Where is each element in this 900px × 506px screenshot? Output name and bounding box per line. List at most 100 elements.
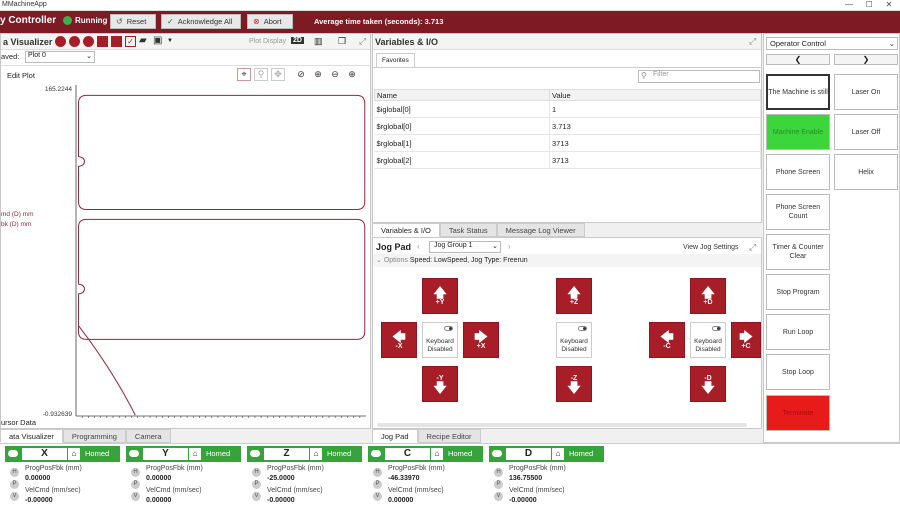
timer-counter-clear-button[interactable]: Timer & Counter Clear [766, 234, 830, 270]
stop-icon[interactable] [97, 36, 108, 47]
terminate-button[interactable]: Terminate [766, 395, 830, 431]
jog-plus-d-button[interactable]: 🡅 +D [690, 278, 726, 314]
axis-enable-toggle[interactable] [8, 450, 18, 457]
var-value[interactable]: 1 [549, 100, 761, 118]
edit-plot-button[interactable]: Edit Plot [7, 71, 35, 80]
record-start-icon[interactable] [55, 36, 66, 47]
tab-message-log-viewer[interactable]: Message Log Viewer [496, 223, 585, 237]
tab-jog-pad[interactable]: Jog Pad [372, 429, 418, 443]
var-value[interactable]: 3.713 [549, 117, 761, 135]
next-page-button[interactable]: ❯ [834, 54, 898, 65]
chevron-down-icon[interactable]: ▼ [167, 36, 178, 47]
home-icon[interactable]: ⌂ [189, 448, 201, 460]
axis-enable-toggle[interactable] [129, 450, 139, 457]
stop-loop-button[interactable]: Stop Loop [766, 354, 830, 390]
jog-plus-z-button[interactable]: 🡅 +Z [556, 278, 592, 314]
home-icon[interactable]: ⌂ [310, 448, 322, 460]
tab-camera[interactable]: Camera [125, 429, 171, 443]
abort-button[interactable]: ⊗ Abort [247, 14, 293, 29]
reset-button[interactable]: ↺ Reset [110, 14, 156, 29]
expand-icon[interactable]: ⤢ [749, 242, 756, 253]
keyboard-toggle-cd[interactable]: Keyboard Disabled [690, 322, 726, 358]
jog-minus-d-button[interactable]: -D 🡇 [690, 366, 726, 402]
copy-icon[interactable]: ❐ [338, 36, 346, 47]
tab-recipe-editor[interactable]: Recipe Editor [417, 429, 481, 443]
tab-programming[interactable]: Programming [62, 429, 126, 443]
tab-favorites[interactable]: Favorites [376, 53, 415, 67]
zoom-out-icon[interactable]: ⊖ [328, 68, 342, 81]
keyboard-toggle-xy[interactable]: Keyboard Disabled [422, 322, 458, 358]
phone-screen-button[interactable]: Phone Screen [766, 154, 830, 190]
tab-task-status[interactable]: Task Status [439, 223, 497, 237]
expand-icon[interactable]: ⤢ [359, 36, 366, 47]
machine-status-button[interactable]: The Machine is still [766, 74, 830, 110]
next-group-icon[interactable]: › [508, 242, 511, 251]
acknowledge-all-button[interactable]: ✓ Acknowledge All [161, 14, 241, 29]
laser-off-button[interactable]: Laser Off [834, 114, 898, 150]
jog-plus-c-button[interactable]: 🡆 +C [731, 322, 761, 358]
zoom-area-icon[interactable]: ⚲ [254, 68, 268, 81]
jog-minus-y-button[interactable]: -Y 🡇 [422, 366, 458, 402]
chart-type-icon[interactable]: ▥ [314, 36, 323, 47]
record-trigger-icon[interactable] [69, 36, 80, 47]
axis-enable-toggle[interactable] [250, 450, 260, 457]
operator-control-value: Operator Control [770, 39, 826, 48]
close-button[interactable]: ✕ [880, 0, 898, 9]
check-box-icon[interactable]: ✓ [125, 36, 136, 47]
table-row[interactable]: $rglobal[2] 3713 [374, 151, 761, 169]
upload-icon[interactable] [111, 36, 122, 47]
plot-select[interactable]: Plot 0 ⌄ [25, 51, 95, 63]
keyboard-toggle-z[interactable]: Keyboard Disabled [556, 322, 592, 358]
save-icon[interactable]: ▣ [153, 36, 164, 47]
var-value[interactable]: 3713 [549, 134, 761, 152]
table-row[interactable]: $iglobal[0] 1 [374, 100, 761, 118]
zoom-in-icon[interactable]: ⊕ [345, 68, 359, 81]
toggle-icon [712, 326, 721, 331]
operator-control-select[interactable]: Operator Control ⌄ [766, 37, 898, 50]
previous-page-button[interactable]: ❮ [766, 54, 830, 65]
jog-minus-z-button[interactable]: -Z 🡇 [556, 366, 592, 402]
operator-control-panel: Operator Control ⌄ ❮ ❯ The Machine is sti… [763, 33, 900, 443]
tab-data-visualizer[interactable]: ata Visualizer [0, 429, 63, 443]
hold-icon: H [494, 468, 503, 477]
filter-input[interactable]: ⚲ Filter [638, 70, 760, 83]
jog-plus-x-button[interactable]: 🡆 +X [463, 322, 499, 358]
machine-enable-button[interactable]: Machine Enable [766, 114, 830, 150]
minimize-button[interactable]: — [840, 0, 858, 9]
view-jog-settings-link[interactable]: View Jog Settings [683, 244, 739, 251]
helix-button[interactable]: Helix [834, 154, 898, 190]
home-icon[interactable]: ⌂ [68, 448, 80, 460]
axis-enable-toggle[interactable] [371, 450, 381, 457]
jog-options-bar[interactable]: ⌄ Options Speed: LowSpeed, Jog Type: Fre… [373, 254, 761, 267]
jog-group-select[interactable]: Jog Group 1 ⌄ [429, 241, 501, 253]
table-row[interactable]: $rglobal[1] 3713 [374, 134, 761, 152]
table-row[interactable]: $rglobal[0] 3.713 [374, 117, 761, 135]
phone-screen-count-button[interactable]: Phone Screen Count [766, 194, 830, 230]
horizontal-scrollbar[interactable] [377, 423, 747, 427]
expand-icon[interactable]: ⤢ [749, 36, 756, 47]
folder-icon[interactable]: ▰ [139, 36, 150, 47]
tab-variables-io[interactable]: Variables & I/O [372, 223, 440, 237]
position-plot[interactable]: -40-20020406080100120140160180165.2244-0… [1, 83, 370, 418]
previous-group-icon[interactable]: ‹ [417, 242, 420, 251]
laser-on-button[interactable]: Laser On [834, 74, 898, 110]
cursor-data-header: ursor Data [1, 418, 37, 427]
pan-icon[interactable]: ✥ [271, 68, 285, 81]
home-icon[interactable]: ⌂ [431, 448, 443, 460]
jog-plus-y-button[interactable]: 🡅 +Y [422, 278, 458, 314]
home-icon[interactable]: ⌂ [552, 448, 564, 460]
record-continuous-icon[interactable] [83, 36, 94, 47]
chevron-down-icon: ⌄ [888, 39, 895, 48]
jog-minus-x-button[interactable]: 🡄 -X [381, 322, 417, 358]
plot-mode-button[interactable]: 2D [291, 37, 304, 44]
stop-program-button[interactable]: Stop Program [766, 274, 830, 310]
maximize-button[interactable]: ☐ [860, 0, 878, 9]
axis-enable-toggle[interactable] [492, 450, 502, 457]
reset-view-icon[interactable]: ⊘ [294, 68, 308, 81]
select-cursor-icon[interactable]: ⌖ [237, 68, 251, 81]
controller-title: y Controller [0, 15, 57, 26]
zoom-fit-icon[interactable]: ⊕ [311, 68, 325, 81]
run-loop-button[interactable]: Run Loop [766, 314, 830, 350]
var-value[interactable]: 3713 [549, 151, 761, 169]
jog-minus-c-button[interactable]: 🡄 -C [649, 322, 685, 358]
